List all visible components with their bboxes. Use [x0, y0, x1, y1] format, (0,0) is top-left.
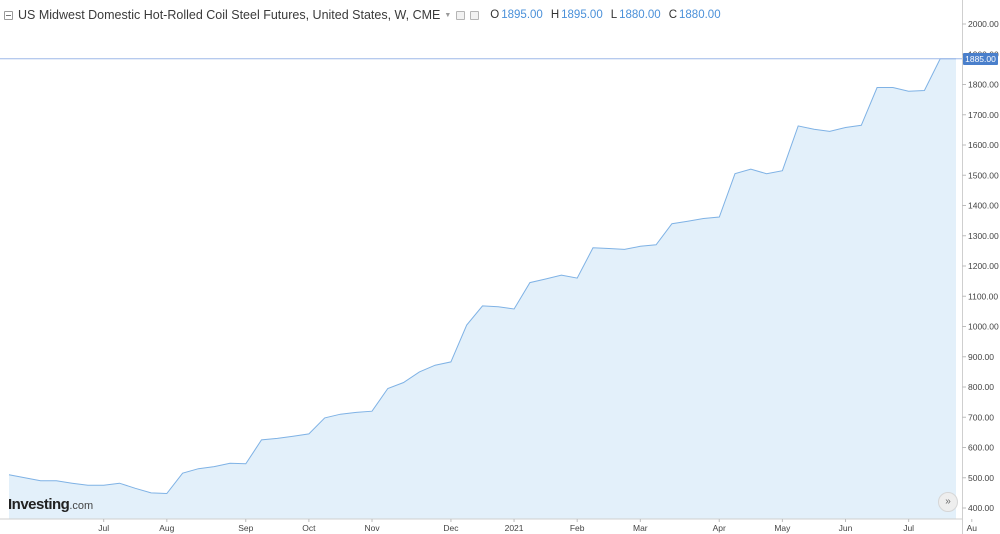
x-tick-label: Feb [570, 523, 585, 533]
y-tick-label: 600.00 [968, 443, 994, 453]
logo-suffix: .com [69, 500, 94, 512]
y-tick-label: 1700.00 [968, 110, 999, 120]
x-tick-label: Mar [633, 523, 648, 533]
x-tick-label: Aug [159, 523, 174, 533]
y-tick-label: 700.00 [968, 412, 994, 422]
ohlc-high: H 1895.00 [550, 9, 603, 21]
y-tick-label: 2000.00 [968, 19, 999, 29]
y-tick-label: 1100.00 [968, 291, 998, 301]
x-tick-label: Au [967, 523, 978, 533]
y-tick-label: 1800.00 [968, 80, 999, 90]
double-chevron-right-icon[interactable]: » [938, 492, 958, 512]
chart-header: US Midwest Domestic Hot-Rolled Coil Stee… [4, 7, 721, 23]
minus-box-icon[interactable] [4, 10, 13, 20]
x-tick-label: Jul [903, 523, 914, 533]
x-tick-label: Dec [443, 523, 459, 533]
chevron-down-icon[interactable]: ▼ [444, 12, 451, 19]
chart-title: US Midwest Domestic Hot-Rolled Coil Stee… [18, 8, 441, 22]
investing-logo: Investing.com [8, 496, 93, 513]
y-tick-label: 1300.00 [968, 231, 999, 241]
close-box-icon[interactable] [470, 10, 480, 20]
x-tick-label: Nov [364, 523, 380, 533]
x-axis-ticks: Jul Aug Sep Oct Nov Dec 2021 Feb Mar Apr May Jun Jul… [0, 518, 978, 533]
x-tick-label: Jul [98, 523, 109, 533]
logo-brand: Investing [8, 496, 70, 513]
y-tick-label: 500.00 [968, 473, 994, 483]
y-tick-label: 800.00 [968, 382, 994, 392]
last-price-tag: 1885.00 [963, 53, 998, 65]
x-tick-label: Jun [839, 523, 853, 533]
ohlc-close: C 1880.00 [668, 9, 721, 21]
x-tick-label: May [774, 523, 791, 533]
axes-layer: 2000.001900.001800.001700.001600.001500.… [0, 19, 999, 533]
ohlc-low: L 1880.00 [610, 9, 661, 21]
y-tick-label: 1000.00 [968, 322, 999, 332]
y-tick-label: 1400.00 [968, 201, 999, 211]
x-tick-label: Oct [302, 523, 316, 533]
ohlc-values: O 1895.00 H 1895.00 L 1880.00 C 1880.00 [490, 9, 720, 21]
x-tick-label: Apr [713, 523, 726, 533]
x-tick-label: 2021 [505, 523, 524, 533]
ohlc-open: O 1895.00 [490, 9, 543, 21]
x-tick-label: Sep [238, 523, 253, 533]
y-tick-label: 400.00 [968, 503, 994, 513]
y-axis-ticks: 2000.001900.001800.001700.001600.001500.… [962, 19, 999, 513]
settings-box-icon[interactable] [456, 10, 466, 20]
y-tick-label: 1500.00 [968, 170, 999, 180]
y-tick-label: 900.00 [968, 352, 994, 362]
y-tick-label: 1200.00 [968, 261, 999, 271]
y-tick-label: 1600.00 [968, 140, 999, 150]
